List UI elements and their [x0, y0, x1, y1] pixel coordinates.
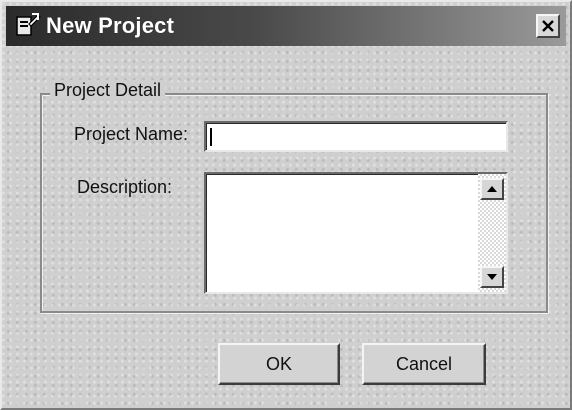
arrow-down-icon [486, 268, 498, 286]
close-icon [541, 19, 555, 33]
project-name-label: Project Name: [73, 124, 188, 144]
description-scrollbar[interactable] [478, 174, 506, 292]
cancel-button[interactable]: Cancel [362, 343, 486, 385]
project-name-input[interactable] [206, 123, 506, 150]
arrow-up-icon [486, 180, 498, 198]
scroll-up-button[interactable] [480, 178, 504, 200]
group-legend: Project Detail [50, 80, 166, 101]
description-field[interactable] [204, 172, 508, 294]
new-project-icon [14, 12, 42, 40]
description-label: Description: [76, 177, 172, 197]
text-caret [210, 128, 212, 146]
description-textarea[interactable] [206, 174, 478, 292]
close-button[interactable] [536, 14, 560, 38]
window-title: New Project [46, 13, 175, 38]
project-name-field[interactable] [204, 121, 508, 152]
ok-button[interactable]: OK [218, 343, 340, 385]
title-bar[interactable]: New Project [6, 6, 566, 46]
scroll-down-button[interactable] [480, 266, 504, 288]
new-project-dialog: New Project Project Detail Project Name:… [0, 0, 572, 410]
